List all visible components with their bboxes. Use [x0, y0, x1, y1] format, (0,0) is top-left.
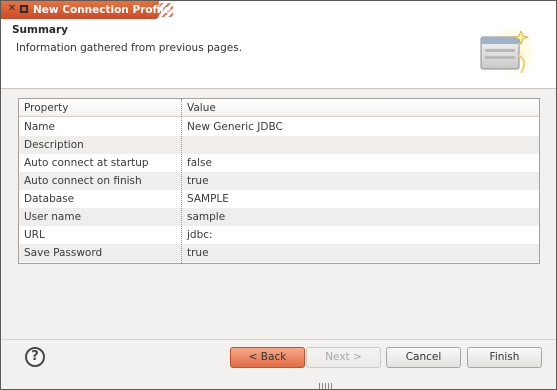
- table-header: Property Value: [19, 99, 539, 117]
- summary-table[interactable]: Property Value Name New Generic JDBC Des…: [18, 98, 540, 264]
- property-cell: URL: [24, 229, 45, 241]
- column-header-value[interactable]: Value: [187, 102, 216, 114]
- value-cell: false: [187, 157, 212, 169]
- table-row[interactable]: Database SAMPLE: [19, 190, 539, 208]
- value-cell: jdbc:: [187, 229, 213, 241]
- back-button[interactable]: < Back: [230, 347, 305, 368]
- value-cell: true: [187, 247, 209, 259]
- value-cell: SAMPLE: [187, 193, 229, 205]
- table-body: Name New Generic JDBC Description Auto c…: [19, 118, 539, 262]
- property-cell: User name: [24, 211, 82, 223]
- property-cell: Database: [24, 193, 75, 205]
- next-button[interactable]: Next >: [306, 347, 381, 368]
- wizard-header: Summary Information gathered from previo…: [1, 19, 556, 89]
- column-divider[interactable]: [181, 99, 182, 263]
- page-description: Information gathered from previous pages…: [16, 42, 243, 54]
- column-header-property[interactable]: Property: [24, 102, 68, 114]
- window-title: New Connection Profile: [33, 4, 172, 16]
- property-cell: Save Password: [24, 247, 103, 259]
- table-row[interactable]: Description: [19, 136, 539, 154]
- table-row[interactable]: Save Password true: [19, 244, 539, 262]
- new-connection-profile-dialog: ✕ New Connection Profile Summary Informa…: [0, 0, 557, 390]
- close-icon[interactable]: ✕: [7, 4, 17, 14]
- table-row[interactable]: Name New Generic JDBC: [19, 118, 539, 136]
- property-cell: Auto connect at startup: [24, 157, 149, 169]
- table-row[interactable]: Auto connect on finish true: [19, 172, 539, 190]
- value-cell: New Generic JDBC: [187, 121, 283, 133]
- title-bar[interactable]: ✕ New Connection Profile: [1, 1, 556, 19]
- cancel-button[interactable]: Cancel: [386, 347, 461, 368]
- finish-button[interactable]: Finish: [467, 347, 542, 368]
- value-cell: sample: [187, 211, 226, 223]
- value-cell: true: [187, 175, 209, 187]
- table-row[interactable]: User name sample: [19, 208, 539, 226]
- table-row[interactable]: Auto connect at startup false: [19, 154, 539, 172]
- property-cell: Auto connect on finish: [24, 175, 142, 187]
- property-cell: Description: [24, 139, 84, 151]
- help-button[interactable]: ?: [25, 347, 45, 367]
- resize-grip[interactable]: [319, 383, 333, 389]
- footer-divider: [1, 339, 556, 340]
- connection-wizard-icon: [480, 29, 533, 77]
- maximize-icon[interactable]: [19, 4, 29, 14]
- property-cell: Name: [24, 121, 55, 133]
- page-title: Summary: [12, 24, 69, 36]
- table-row[interactable]: URL jdbc:: [19, 226, 539, 244]
